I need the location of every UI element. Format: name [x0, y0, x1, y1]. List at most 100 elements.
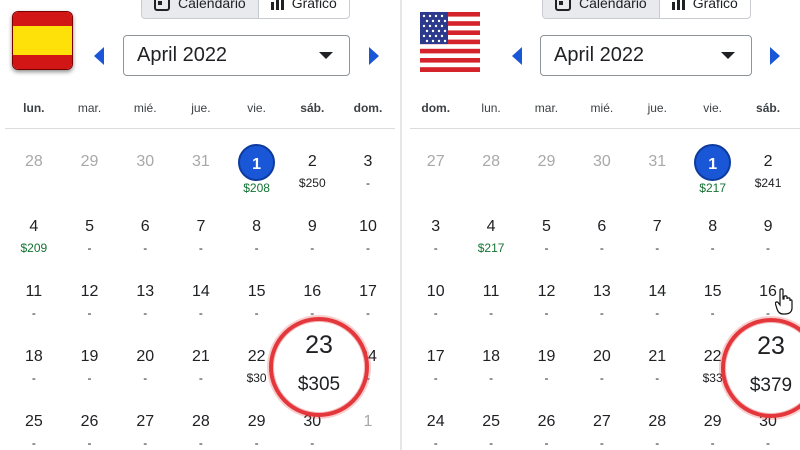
date-cell[interactable]: 25 - [463, 402, 518, 450]
hand-cursor-icon [775, 288, 793, 315]
date-cell[interactable]: 4 $217 [463, 207, 518, 272]
calendar-panel-usa: Calendario Gráfico April 2022 dom. lun. … [405, 0, 800, 450]
date-cell[interactable]: 1 [340, 402, 395, 450]
day-number: 12 [80, 283, 99, 300]
bar-chart-icon [270, 0, 284, 10]
date-cell[interactable]: 5- [62, 207, 118, 272]
date-cell[interactable]: 2 $250 [284, 142, 340, 207]
date-cell[interactable]: 13 - [574, 272, 629, 337]
date-cell[interactable]: 18 - [6, 337, 62, 402]
day-number: 29 [703, 413, 722, 430]
highlighted-date-circle[interactable]: 23 $305 [269, 317, 369, 417]
date-cell[interactable]: 3- [408, 207, 463, 272]
day-number: 2 [307, 153, 317, 170]
date-cell[interactable]: 19 - [519, 337, 574, 402]
next-month-button[interactable] [770, 47, 780, 65]
date-cell[interactable]: 17 - [408, 337, 463, 402]
day-number: 16 [303, 283, 322, 300]
day-number: 14 [192, 283, 210, 300]
day-number: 20 [136, 348, 155, 365]
date-cell[interactable]: 27 - [574, 402, 629, 450]
date-cell[interactable]: 26 - [62, 402, 118, 450]
day-number: 6 [597, 218, 607, 235]
date-cell[interactable]: 4 $209 [6, 207, 62, 272]
prev-month-button[interactable] [94, 47, 104, 65]
date-cell[interactable]: 21 - [630, 337, 685, 402]
date-cell[interactable]: 2 $241 [740, 142, 795, 207]
weekday-label: dom. [421, 101, 451, 115]
date-cell[interactable]: 28 [463, 142, 518, 207]
day-number: 28 [482, 153, 500, 170]
date-cell[interactable]: 29 [62, 142, 118, 207]
next-month-button[interactable] [369, 47, 379, 65]
date-cell[interactable]: 15 - [229, 272, 285, 337]
date-cell[interactable]: 20 - [117, 337, 173, 402]
date-cell[interactable]: 21 - [173, 337, 229, 402]
day-number: 17 [426, 348, 445, 365]
day-number: 14 [648, 283, 667, 300]
date-cell[interactable]: 8- [685, 207, 740, 272]
date-cell[interactable]: 30 [574, 142, 629, 207]
date-cell[interactable]: 15 - [685, 272, 740, 337]
date-cell[interactable]: 11 - [6, 272, 62, 337]
date-cell[interactable]: 9- [740, 207, 795, 272]
date-cell[interactable]: 13 - [117, 272, 173, 337]
date-cell[interactable]: 31 [630, 142, 685, 207]
date-cell[interactable]: 24 - [408, 402, 463, 450]
prev-month-button[interactable] [512, 47, 522, 65]
day-price: - [766, 436, 771, 450]
date-cell[interactable]: 5- [519, 207, 574, 272]
date-cell[interactable]: 28 - [173, 402, 229, 450]
date-cell[interactable]: 3- [340, 142, 395, 207]
date-cell[interactable]: 18 - [463, 337, 518, 402]
day-number: 4 [29, 218, 39, 235]
month-select[interactable]: April 2022 [123, 35, 350, 76]
chart-view-button[interactable]: Gráfico [257, 0, 349, 18]
date-cell[interactable]: 12 - [62, 272, 118, 337]
date-cell[interactable]: 20 - [574, 337, 629, 402]
day-price: - [766, 241, 771, 255]
date-cell[interactable]: 10 - [408, 272, 463, 337]
date-cell[interactable]: 25 - [6, 402, 62, 450]
day-price: - [433, 371, 438, 385]
chart-view-button[interactable]: Gráfico [658, 0, 750, 18]
date-cell[interactable]: 30 [117, 142, 173, 207]
day-number: 30 [592, 153, 611, 170]
date-cell[interactable]: 12 - [519, 272, 574, 337]
date-cell[interactable]: 8- [229, 207, 285, 272]
date-cell[interactable]: 6- [574, 207, 629, 272]
date-cell[interactable]: 28 [6, 142, 62, 207]
date-cell[interactable]: 9- [284, 207, 340, 272]
day-number: 13 [136, 283, 155, 300]
date-cell[interactable]: 26 - [519, 402, 574, 450]
date-cell[interactable]: 27 [408, 142, 463, 207]
date-cell[interactable]: 29 [519, 142, 574, 207]
date-cell[interactable]: 11 - [463, 272, 518, 337]
day-number: 28 [24, 153, 43, 170]
day-number: 19 [537, 348, 556, 365]
date-cell[interactable]: 7- [630, 207, 685, 272]
day-number: 4 [486, 218, 496, 235]
selected-date-cell[interactable]: 1 $217 [685, 142, 740, 207]
view-toggle: Calendario Gráfico [141, 0, 350, 19]
date-cell[interactable]: 28 - [630, 402, 685, 450]
selected-date-cell[interactable]: 1 $208 [229, 142, 285, 207]
date-cell[interactable]: 31 [173, 142, 229, 207]
date-cell[interactable]: 10 - [340, 207, 395, 272]
date-cell[interactable]: 29 - [685, 402, 740, 450]
date-cell[interactable]: 6- [117, 207, 173, 272]
day-price: - [31, 306, 36, 320]
calendar-view-button[interactable]: Calendario [142, 0, 258, 18]
day-price: $241 [754, 176, 782, 190]
date-cell[interactable]: 14 - [173, 272, 229, 337]
month-value: April 2022 [554, 44, 645, 66]
month-select[interactable]: April 2022 [540, 35, 752, 76]
date-cell[interactable]: 27 - [117, 402, 173, 450]
day-price: - [433, 436, 438, 450]
date-cell[interactable]: 29 - [229, 402, 285, 450]
date-cell[interactable]: 7- [173, 207, 229, 272]
calendar-view-button[interactable]: Calendario [543, 0, 659, 18]
date-cell[interactable]: 14 - [630, 272, 685, 337]
date-cell[interactable]: 19 - [62, 337, 118, 402]
day-price: - [433, 306, 438, 320]
